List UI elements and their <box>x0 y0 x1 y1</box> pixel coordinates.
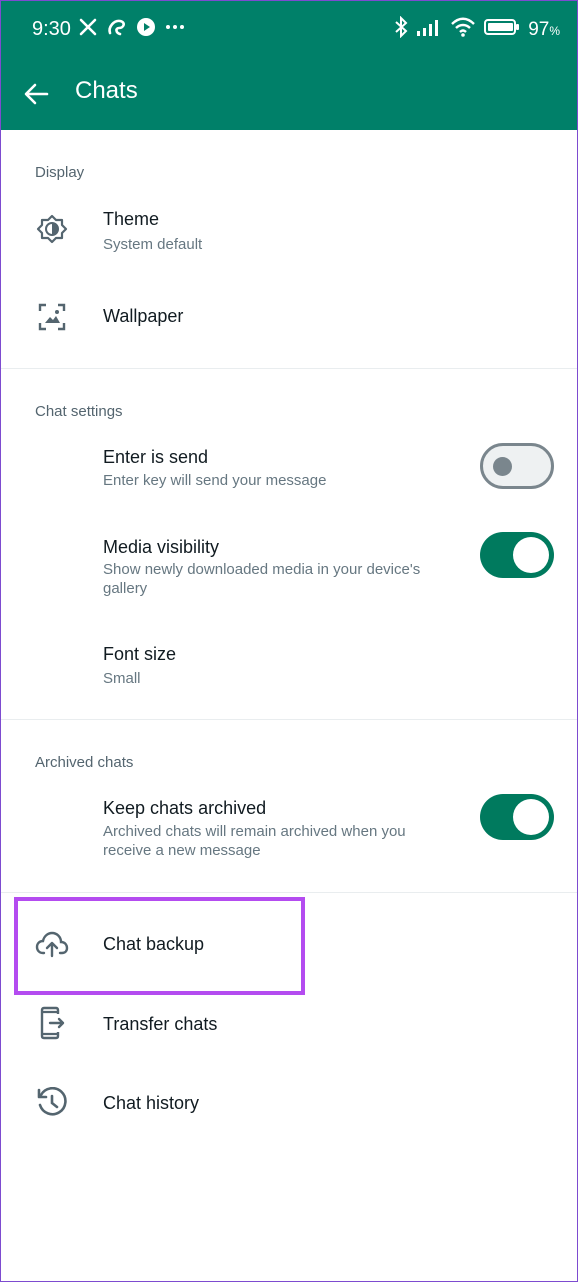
wallpaper-title: Wallpaper <box>103 306 184 326</box>
keep-chats-archived-subtitle: Archived chats will remain archived when… <box>103 823 406 859</box>
battery-percent: 97% <box>528 19 560 41</box>
toggle-knob <box>513 799 549 835</box>
notification-icons <box>78 17 186 42</box>
toggle-knob <box>493 457 512 476</box>
media-visibility-setting[interactable]: Media visibility Show newly downloaded m… <box>0 526 578 608</box>
history-icon <box>34 1085 70 1121</box>
section-header-chat-settings: Chat settings <box>35 403 123 420</box>
divider <box>0 892 578 893</box>
font-size-subtitle: Small <box>103 670 141 687</box>
more-dots-icon <box>164 17 186 42</box>
transfer-phone-icon <box>34 1005 70 1041</box>
transfer-chats-title: Transfer chats <box>103 1014 218 1034</box>
keep-chats-archived-toggle[interactable] <box>480 794 554 840</box>
divider <box>0 719 578 720</box>
battery-value: 97 <box>528 18 550 40</box>
enter-is-send-subtitle: Enter key will send your message <box>103 472 327 489</box>
enter-is-send-title: Enter is send <box>103 447 209 467</box>
status-time: 9:30 <box>32 18 71 40</box>
cloud-upload-icon <box>34 926 70 962</box>
page-title: Chats <box>75 77 138 104</box>
media-visibility-toggle[interactable] <box>480 532 554 578</box>
font-size-setting[interactable]: Font size Small <box>0 632 578 702</box>
toggle-knob <box>513 537 549 573</box>
media-visibility-title: Media visibility <box>103 537 220 557</box>
chat-backup-title: Chat backup <box>103 934 205 954</box>
keep-chats-archived-setting[interactable]: Keep chats archived Archived chats will … <box>0 788 578 874</box>
chat-history-title: Chat history <box>103 1093 200 1113</box>
divider <box>0 368 578 369</box>
back-button[interactable] <box>18 76 54 112</box>
theme-setting[interactable]: Theme System default <box>0 196 578 274</box>
theme-title: Theme <box>103 209 160 229</box>
media-visibility-subtitle: Show newly downloaded media in your devi… <box>103 561 421 597</box>
theme-subtitle: System default <box>103 236 203 253</box>
enter-is-send-toggle[interactable] <box>480 443 554 489</box>
wifi-icon <box>450 16 476 43</box>
bluetooth-icon <box>394 15 408 43</box>
signal-icon <box>416 17 442 42</box>
keep-chats-archived-title: Keep chats archived <box>103 798 267 818</box>
enter-is-send-setting[interactable]: Enter is send Enter key will send your m… <box>0 436 578 512</box>
transfer-chats-setting[interactable]: Transfer chats <box>0 986 578 1060</box>
battery-unit: % <box>549 23 560 38</box>
theme-icon <box>34 211 70 247</box>
app-bar: Chats <box>0 60 578 130</box>
chat-backup-setting[interactable]: Chat backup <box>0 906 578 982</box>
status-bar: 9:30 97% <box>0 0 578 60</box>
back-arrow-icon <box>24 83 49 105</box>
play-icon <box>136 17 156 42</box>
section-header-display: Display <box>35 164 85 181</box>
section-header-archived-chats: Archived chats <box>35 754 134 771</box>
system-status-icons: 97% <box>394 15 560 43</box>
airtel-icon <box>106 17 128 42</box>
battery-icon <box>484 17 520 42</box>
wallpaper-icon <box>34 299 70 335</box>
wallpaper-setting[interactable]: Wallpaper <box>0 280 578 352</box>
chat-history-setting[interactable]: Chat history <box>0 1066 578 1140</box>
font-size-title: Font size <box>103 644 177 664</box>
x-icon <box>78 17 98 42</box>
